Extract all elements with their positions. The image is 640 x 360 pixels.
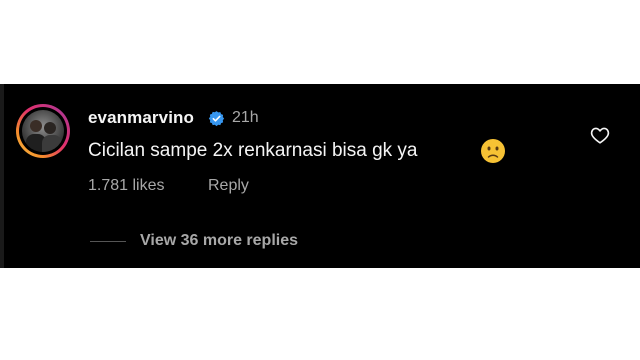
like-count[interactable]: 1.781 likes <box>88 177 165 195</box>
reply-button[interactable]: Reply <box>208 177 249 195</box>
thread-edge <box>0 84 4 268</box>
avatar-ring-gap <box>19 107 67 155</box>
avatar-person-head-1 <box>30 120 42 132</box>
replies-divider-line <box>90 241 126 242</box>
avatar-photo <box>22 110 64 152</box>
avatar[interactable] <box>16 104 70 158</box>
username[interactable]: evanmarvino <box>88 108 194 128</box>
heart-outline-icon[interactable] <box>590 126 610 144</box>
comment-timestamp: 21h <box>232 109 259 126</box>
view-more-replies-button[interactable]: View 36 more replies <box>140 232 298 250</box>
comment-panel: evanmarvino 21h Cicilan sampe 2x renkarn… <box>0 84 640 268</box>
slightly-frowning-face-emoji-icon <box>481 139 505 163</box>
avatar-person-body-2 <box>42 135 62 152</box>
comment-text: Cicilan sampe 2x renkarnasi bisa gk ya <box>88 140 418 161</box>
avatar-person-head-2 <box>44 122 56 134</box>
verified-badge-icon <box>208 111 225 127</box>
